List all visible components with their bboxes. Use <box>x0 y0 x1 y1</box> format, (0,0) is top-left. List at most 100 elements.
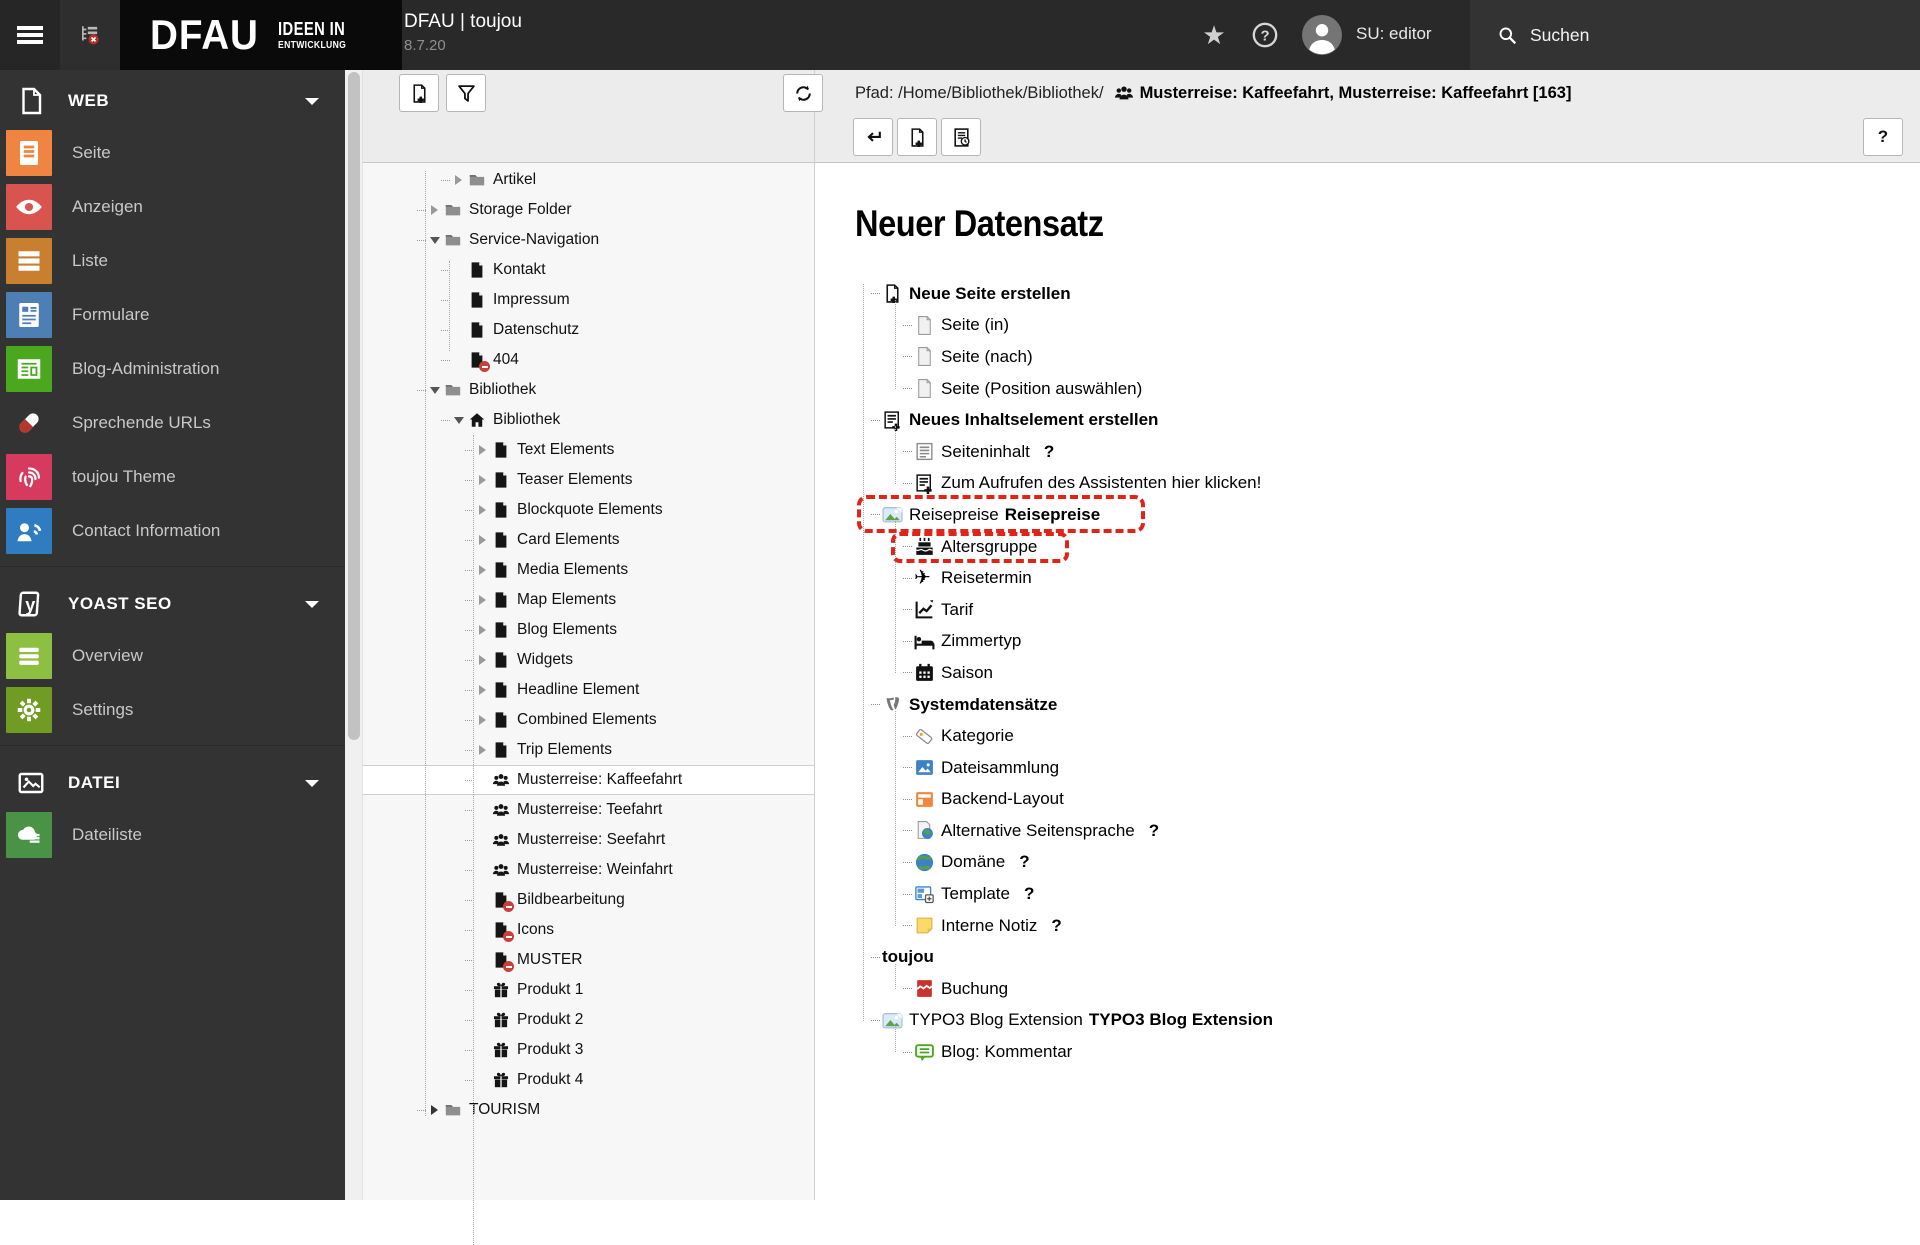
new-record-option-zum-aufrufen-des-assistenten-hier-klicken-[interactable]: Zum Aufrufen des Assistenten hier klicke… <box>855 468 1755 500</box>
collapse-arrow-icon[interactable] <box>427 237 442 244</box>
pagetree-node-artikel[interactable]: Artikel <box>363 165 814 195</box>
new-record-button[interactable] <box>897 118 937 156</box>
new-record-option-reisetermin[interactable]: ✈Reisetermin <box>855 562 1755 594</box>
new-page-button[interactable] <box>399 74 439 112</box>
pagetree-node-map-elements[interactable]: Map Elements <box>363 585 814 615</box>
pagetree-node-muster[interactable]: MUSTER <box>363 945 814 975</box>
new-record-option-backend-layout[interactable]: Backend-Layout <box>855 784 1755 816</box>
pagetree-node-bibliothek[interactable]: Bibliothek <box>363 375 814 405</box>
field-help-icon[interactable]: ? <box>1024 884 1034 904</box>
new-record-option-systemdatens-tze[interactable]: Systemdatensätze <box>855 689 1755 721</box>
pagetree-node-card-elements[interactable]: Card Elements <box>363 525 814 555</box>
expand-arrow-icon[interactable] <box>475 475 490 485</box>
context-help-button[interactable]: ? <box>1863 118 1903 156</box>
field-help-icon[interactable]: ? <box>1149 821 1159 841</box>
main-menu-button[interactable] <box>0 0 60 70</box>
close-back-button[interactable] <box>853 118 893 156</box>
sidebar-section-header-yoast-seo[interactable]: yYOAST SEO <box>0 579 345 629</box>
sidebar-item-sprechende-urls[interactable]: Sprechende URLs <box>0 396 345 450</box>
expand-arrow-icon[interactable] <box>451 175 466 185</box>
pagetree-node-musterreise-weinfahrt[interactable]: Musterreise: Weinfahrt <box>363 855 814 885</box>
new-record-option-seite-in-[interactable]: Seite (in) <box>855 310 1755 342</box>
pagetree-node-trip-elements[interactable]: Trip Elements <box>363 735 814 765</box>
new-record-option-blog-kommentar[interactable]: Blog: Kommentar <box>855 1036 1755 1068</box>
new-record-option-dateisammlung[interactable]: Dateisammlung <box>855 752 1755 784</box>
new-record-option-interne-notiz[interactable]: Interne Notiz? <box>855 910 1755 942</box>
pagetree-node-musterreise-teefahrt[interactable]: Musterreise: Teefahrt <box>363 795 814 825</box>
expand-arrow-icon[interactable] <box>475 685 490 695</box>
sidebar-item-formulare[interactable]: Formulare <box>0 288 345 342</box>
pagetree-node-tourism[interactable]: TOURISM <box>363 1095 814 1125</box>
sidebar-item-toujou-theme[interactable]: toujou Theme <box>0 450 345 504</box>
new-record-option-kategorie[interactable]: Kategorie <box>855 720 1755 752</box>
expand-arrow-icon[interactable] <box>475 505 490 515</box>
pagetree-node-teaser-elements[interactable]: Teaser Elements <box>363 465 814 495</box>
pagetree-node-musterreise-kaffeefahrt[interactable]: Musterreise: Kaffeefahrt <box>363 765 814 795</box>
pagetree-node-blockquote-elements[interactable]: Blockquote Elements <box>363 495 814 525</box>
expand-arrow-icon[interactable] <box>475 745 490 755</box>
pagetree-node-icons[interactable]: Icons <box>363 915 814 945</box>
pagetree-node-bildbearbeitung[interactable]: Bildbearbeitung <box>363 885 814 915</box>
new-record-option-seite-position-ausw-hlen-[interactable]: Seite (Position auswählen) <box>855 373 1755 405</box>
sidebar-item-liste[interactable]: Liste <box>0 234 345 288</box>
sidebar-section-header-web[interactable]: WEB <box>0 76 345 126</box>
field-help-icon[interactable]: ? <box>1019 852 1029 872</box>
expand-arrow-icon[interactable] <box>475 625 490 635</box>
new-record-option-seiteninhalt[interactable]: Seiteninhalt? <box>855 436 1755 468</box>
pagetree-node-storage-folder[interactable]: Storage Folder <box>363 195 814 225</box>
sidebar-item-contact-information[interactable]: Contact Information <box>0 504 345 558</box>
new-record-option-tarif[interactable]: Tarif <box>855 594 1755 626</box>
pagetree-scrollbar-thumb[interactable] <box>348 72 360 740</box>
sidebar-item-overview[interactable]: Overview <box>0 629 345 683</box>
expand-arrow-icon[interactable] <box>475 445 490 455</box>
sidebar-item-anzeigen[interactable]: Anzeigen <box>0 180 345 234</box>
pagetree-node-produkt-4[interactable]: Produkt 4 <box>363 1065 814 1095</box>
expand-arrow-icon[interactable] <box>475 715 490 725</box>
pagetree-node-kontakt[interactable]: Kontakt <box>363 255 814 285</box>
bookmark-button[interactable]: ★ <box>1196 16 1232 52</box>
expand-arrow-icon[interactable] <box>475 595 490 605</box>
new-record-option-neues-inhaltselement-erstellen[interactable]: Neues Inhaltselement erstellen <box>855 404 1755 436</box>
field-help-icon[interactable]: ? <box>1044 442 1054 462</box>
refresh-button[interactable] <box>783 74 823 112</box>
new-record-option-seite-nach-[interactable]: Seite (nach) <box>855 341 1755 373</box>
username-label[interactable]: SU: editor <box>1356 24 1432 44</box>
new-record-option-toujou[interactable]: toujou <box>855 941 1755 973</box>
pagetree-node-impressum[interactable]: Impressum <box>363 285 814 315</box>
pagetree-node-headline-element[interactable]: Headline Element <box>363 675 814 705</box>
chevron-down-icon[interactable] <box>305 98 319 105</box>
collapse-arrow-icon[interactable] <box>451 417 466 424</box>
pagetree-node-combined-elements[interactable]: Combined Elements <box>363 705 814 735</box>
sidebar-item-seite[interactable]: Seite <box>0 126 345 180</box>
pagetree-node-text-elements[interactable]: Text Elements <box>363 435 814 465</box>
expand-arrow-icon[interactable] <box>427 1105 442 1115</box>
chevron-down-icon[interactable] <box>305 780 319 787</box>
pagetree-node-bibliothek[interactable]: Bibliothek <box>363 405 814 435</box>
new-record-option-template[interactable]: Template? <box>855 878 1755 910</box>
pagetree-node-404[interactable]: 404 <box>363 345 814 375</box>
new-record-option-altersgruppe[interactable]: Altersgruppe <box>855 531 1755 563</box>
expand-arrow-icon[interactable] <box>427 205 442 215</box>
new-record-option-typo3-blog-extension[interactable]: TYPO3 Blog ExtensionTYPO3 Blog Extension <box>855 1005 1755 1037</box>
pagetree-node-datenschutz[interactable]: Datenschutz <box>363 315 814 345</box>
field-help-icon[interactable]: ? <box>1051 916 1061 936</box>
pagetree-node-blog-elements[interactable]: Blog Elements <box>363 615 814 645</box>
sidebar-item-dateiliste[interactable]: Dateiliste <box>0 808 345 862</box>
user-avatar[interactable] <box>1302 15 1342 55</box>
expand-arrow-icon[interactable] <box>475 565 490 575</box>
new-record-option-saison[interactable]: Saison <box>855 657 1755 689</box>
pagetree-node-widgets[interactable]: Widgets <box>363 645 814 675</box>
search-input[interactable] <box>1530 20 1890 50</box>
new-record-option-zimmertyp[interactable]: Zimmertyp <box>855 626 1755 658</box>
sidebar-item-settings[interactable]: Settings <box>0 683 345 737</box>
pagetree-node-produkt-1[interactable]: Produkt 1 <box>363 975 814 1005</box>
new-record-option-buchung[interactable]: Buchung <box>855 973 1755 1005</box>
pagetree-toggle-button[interactable] <box>60 0 120 70</box>
pagetree-node-media-elements[interactable]: Media Elements <box>363 555 814 585</box>
chevron-down-icon[interactable] <box>305 601 319 608</box>
collapse-arrow-icon[interactable] <box>427 387 442 394</box>
new-record-option-alternative-seitensprache[interactable]: Alternative Seitensprache? <box>855 815 1755 847</box>
filter-button[interactable] <box>446 74 486 112</box>
pagetree-node-produkt-2[interactable]: Produkt 2 <box>363 1005 814 1035</box>
pagetree-node-produkt-3[interactable]: Produkt 3 <box>363 1035 814 1065</box>
